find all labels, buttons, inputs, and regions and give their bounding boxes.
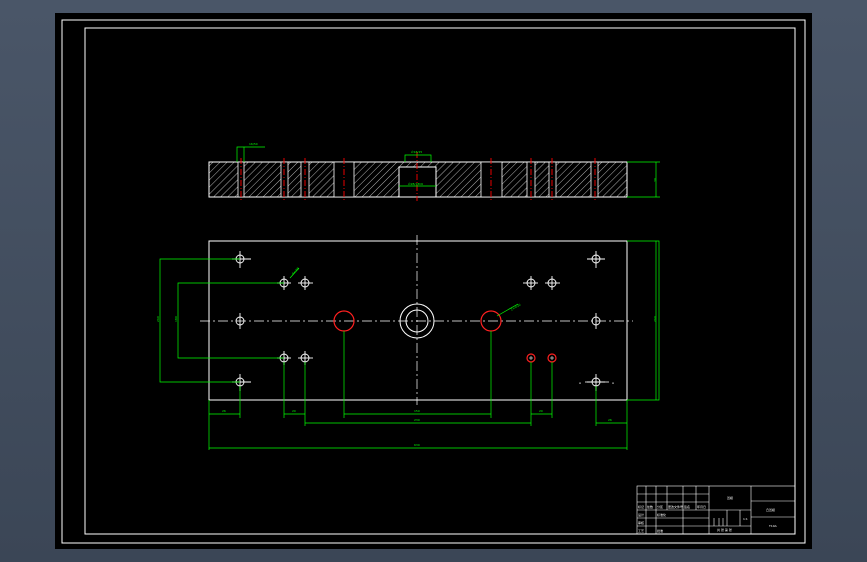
dim-bottom-center: 150: [414, 409, 420, 413]
svg-text:设计: 设计: [638, 512, 644, 517]
title-part-name: 凹模: [727, 495, 733, 500]
dim-right-pair: 20: [539, 409, 543, 413]
dim-section-thickness: 30: [653, 178, 657, 182]
section-hole-7: [548, 161, 557, 198]
title-sheet-info: 共 张 第 张: [717, 527, 732, 532]
title-scale: 1:1: [743, 517, 748, 521]
dim-left-offset: 26: [222, 409, 226, 413]
svg-text:年月日: 年月日: [697, 504, 706, 509]
title-drawing-no: 凸凹模: [766, 507, 775, 512]
dim-left-pair: 20: [292, 409, 296, 413]
svg-text:工艺: 工艺: [638, 528, 644, 533]
svg-text:分区: 分区: [657, 504, 663, 509]
title-material: T10A: [768, 524, 778, 528]
svg-text:更改文件号: 更改文件号: [668, 504, 683, 509]
dim-bottom-long: 230: [414, 418, 420, 422]
dim-section-top-left: 16/50: [249, 142, 258, 146]
dim-total-width: 630: [414, 443, 420, 447]
dim-section-pocket: ∅28/18h6: [408, 182, 423, 186]
dim-height-inner: 180: [174, 316, 178, 322]
dim-height-right: 260: [653, 316, 657, 322]
svg-text:标准化: 标准化: [657, 512, 666, 517]
section-hole-8: [590, 161, 599, 198]
svg-text:处数: 处数: [647, 504, 653, 509]
svg-text:批准: 批准: [657, 528, 663, 533]
dim-section-top-center: ∅18/25: [411, 150, 422, 154]
svg-text:审核: 审核: [638, 520, 644, 525]
svg-text:标记: 标记: [638, 504, 644, 509]
section-hole-2: [280, 161, 289, 198]
dim-height-outer: 260: [156, 316, 160, 322]
svg-text:签名: 签名: [684, 504, 690, 509]
dim-right-offset: 26: [608, 418, 612, 422]
paper-sheet: [55, 13, 812, 549]
cad-drawing-canvas[interactable]: 16/50 ∅18/25 ∅28/18h6 30 A A 260 180 260…: [0, 0, 867, 562]
section-hole-5: [480, 161, 503, 198]
